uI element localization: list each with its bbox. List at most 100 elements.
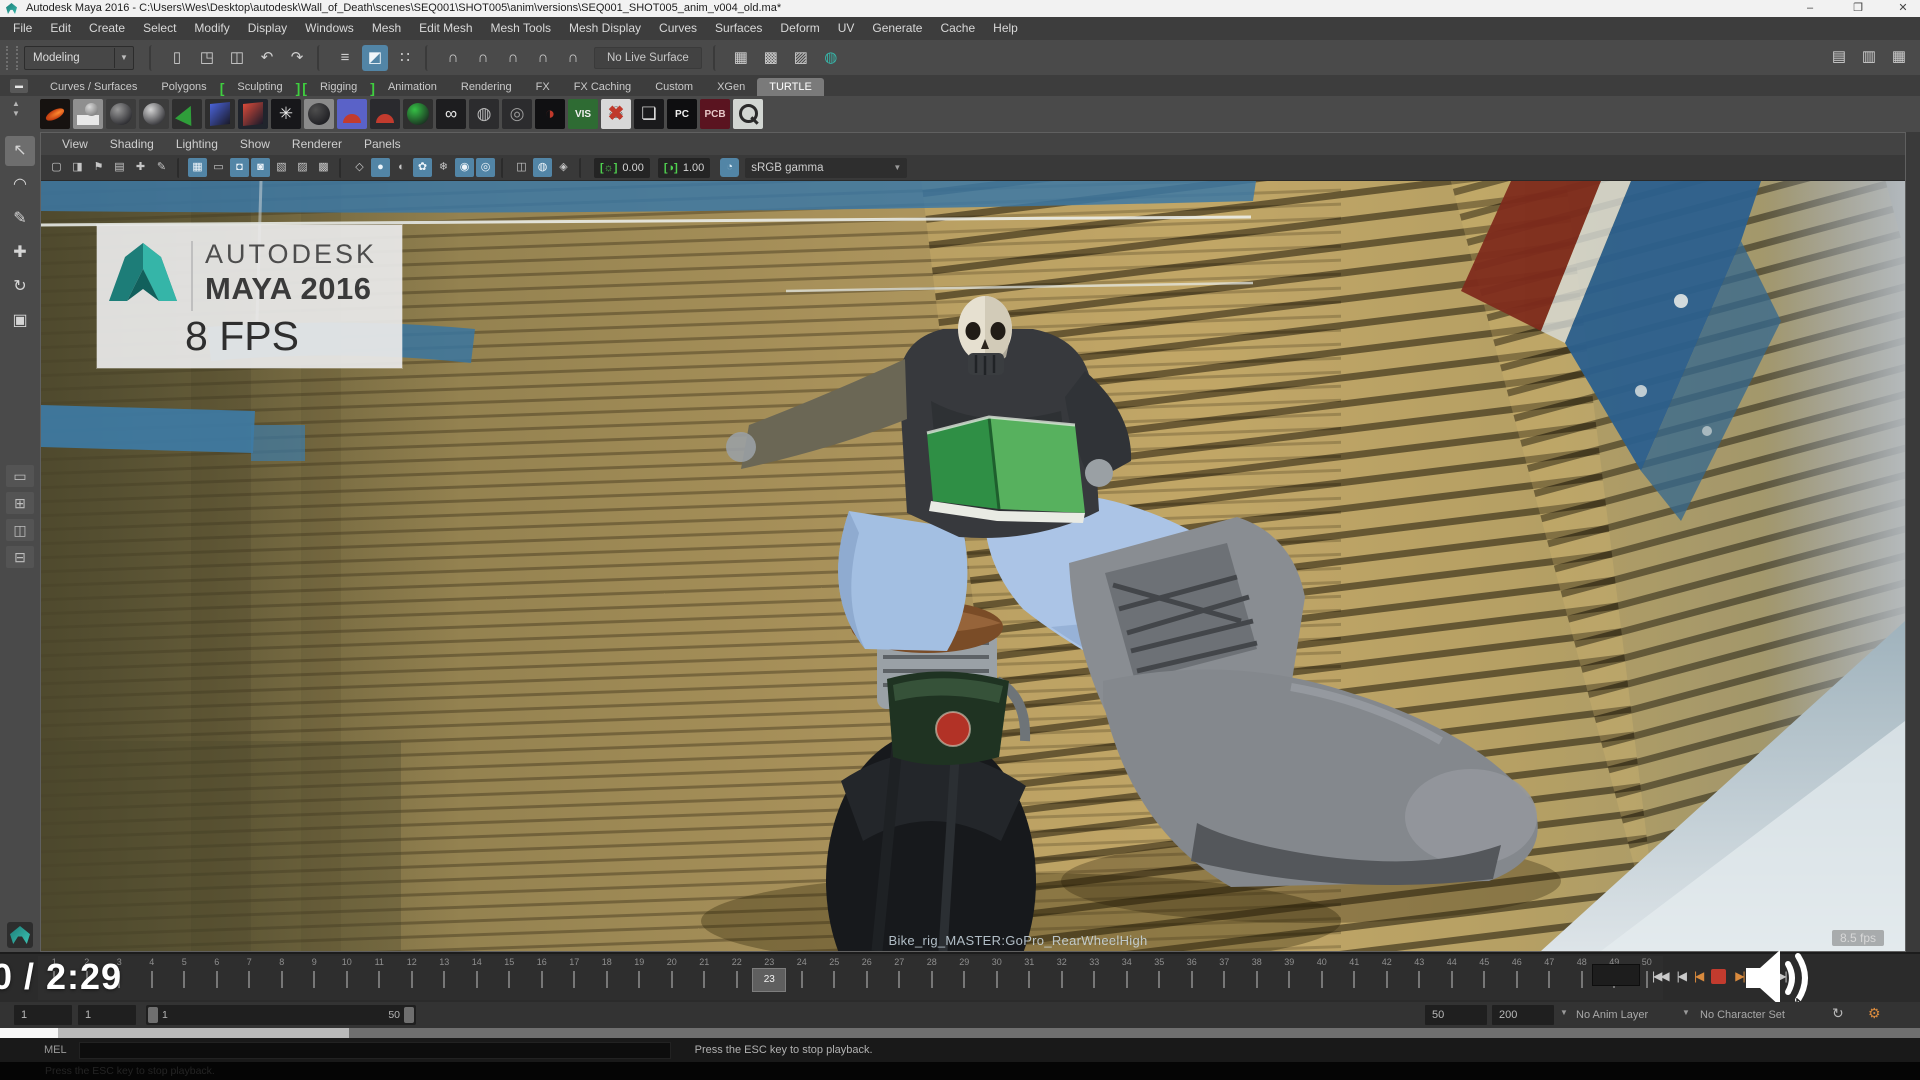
stacked-pane-layout-button[interactable]: ⊟ bbox=[6, 546, 34, 568]
redo-icon[interactable]: ↷ bbox=[284, 45, 310, 71]
scale-tool[interactable]: ▣ bbox=[5, 306, 35, 336]
viewport-grease-pencil-icon[interactable]: ✎ bbox=[152, 158, 171, 177]
viewport-bookmark-icon[interactable]: ⚑ bbox=[89, 158, 108, 177]
panel-menu-renderer[interactable]: Renderer bbox=[281, 137, 353, 151]
viewport-2d-pan-zoom-icon[interactable]: ✚ bbox=[131, 158, 150, 177]
viewport-xray-icon[interactable]: ◍ bbox=[533, 158, 552, 177]
viewport-camera-icon[interactable]: ▢ bbox=[47, 158, 66, 177]
restore-button[interactable]: ❐ bbox=[1843, 0, 1873, 16]
half-red-sphere-icon[interactable]: ◑ bbox=[535, 99, 565, 129]
shelf-tab-rigging[interactable]: Rigging bbox=[308, 78, 369, 96]
anim-preferences-icon[interactable]: ⚙ bbox=[1868, 1005, 1881, 1022]
viewport-isolate-select-icon[interactable]: ◫ bbox=[512, 158, 531, 177]
shelf-tab-fx-caching[interactable]: FX Caching bbox=[562, 78, 643, 96]
viewport-gate-mask-icon[interactable]: ◙ bbox=[251, 158, 270, 177]
anim-end-field[interactable]: 200 bbox=[1492, 1005, 1554, 1025]
menu-windows[interactable]: Windows bbox=[296, 17, 363, 40]
turtle-comet-icon[interactable] bbox=[40, 99, 70, 129]
render-globe-icon[interactable]: ◍ bbox=[818, 45, 844, 71]
viewport-camera-attrs-icon[interactable]: ◨ bbox=[68, 158, 87, 177]
playback-start-field[interactable]: 1 bbox=[78, 1005, 136, 1025]
range-slider[interactable]: 1 50 bbox=[146, 1005, 416, 1025]
character-set-dropdown[interactable]: No Character Set bbox=[1700, 1006, 1785, 1024]
rotate-tool[interactable]: ↻ bbox=[5, 272, 35, 302]
occlusion-sphere-icon[interactable] bbox=[304, 99, 334, 129]
live-surface-field[interactable]: No Live Surface bbox=[594, 47, 702, 69]
snap-curve-icon[interactable]: ∩ bbox=[470, 45, 496, 71]
panel-menu-view[interactable]: View bbox=[51, 137, 99, 151]
menu-deform[interactable]: Deform bbox=[771, 17, 828, 40]
menu-help[interactable]: Help bbox=[984, 17, 1027, 40]
gray-sphere-icon[interactable] bbox=[106, 99, 136, 129]
search-icon[interactable] bbox=[733, 99, 763, 129]
mel-label[interactable]: MEL bbox=[44, 1044, 67, 1056]
chevron-down-icon[interactable]: ▼ bbox=[1560, 1008, 1568, 1017]
viewport-film-gate-icon[interactable]: ▭ bbox=[209, 158, 228, 177]
save-scene-icon[interactable]: ◫ bbox=[224, 45, 250, 71]
shelf-tab-polygons[interactable]: Polygons bbox=[149, 78, 218, 96]
pcb-icon[interactable]: PCB bbox=[700, 99, 730, 129]
anim-start-field[interactable]: 1 bbox=[14, 1005, 72, 1025]
viewport-wireframe-icon[interactable]: ◇ bbox=[350, 158, 369, 177]
step-back-key-button[interactable]: |◀ bbox=[1694, 969, 1702, 983]
go-to-start-button[interactable]: |◀◀ bbox=[1652, 969, 1668, 983]
panel-menu-panels[interactable]: Panels bbox=[353, 137, 412, 151]
normal-map-icon[interactable] bbox=[205, 99, 235, 129]
menu-uv[interactable]: UV bbox=[829, 17, 864, 40]
viewport-ao-icon[interactable]: ◉ bbox=[455, 158, 474, 177]
viewport-lights-icon[interactable]: ✿ bbox=[413, 158, 432, 177]
undo-icon[interactable]: ↶ bbox=[254, 45, 280, 71]
viewport-joints-xray-icon[interactable]: ◈ bbox=[554, 158, 573, 177]
shelf-tab-curves-surfaces[interactable]: Curves / Surfaces bbox=[38, 78, 149, 96]
menu-file[interactable]: File bbox=[4, 17, 41, 40]
gamma-field[interactable]: [◑] 1.00 bbox=[658, 158, 710, 178]
bake-selected-icon[interactable] bbox=[73, 99, 103, 129]
dome-dark-icon[interactable] bbox=[370, 99, 400, 129]
viewport-resolution-gate-icon[interactable]: ◘ bbox=[230, 158, 249, 177]
shelf-menu-icon[interactable]: ▬ bbox=[10, 79, 28, 93]
construction-history-icon[interactable]: ▨ bbox=[788, 45, 814, 71]
shelf-tab-sculpting[interactable]: Sculpting bbox=[225, 78, 294, 96]
lit-sphere-icon[interactable] bbox=[139, 99, 169, 129]
viewport-safe-title-icon[interactable]: ▩ bbox=[314, 158, 333, 177]
step-back-frame-button[interactable]: |◀ bbox=[1677, 969, 1685, 983]
pages-icon[interactable]: ❏ bbox=[634, 99, 664, 129]
tool-settings-toggle-icon[interactable]: ▥ bbox=[1856, 44, 1882, 70]
current-time-field[interactable] bbox=[1592, 964, 1640, 986]
single-pane-layout-button[interactable]: ▭ bbox=[6, 465, 34, 487]
playback-end-field[interactable]: 50 bbox=[1425, 1005, 1487, 1025]
input-connections-icon[interactable]: ▦ bbox=[728, 45, 754, 71]
facet-sphere-icon[interactable]: ◍ bbox=[469, 99, 499, 129]
open-scene-icon[interactable]: ◳ bbox=[194, 45, 220, 71]
channel-box-toggle-icon[interactable]: ▦ bbox=[1886, 44, 1912, 70]
menu-create[interactable]: Create bbox=[80, 17, 134, 40]
range-start-handle[interactable] bbox=[148, 1007, 158, 1023]
video-progress-bar[interactable] bbox=[0, 1028, 1920, 1038]
panel-menu-show[interactable]: Show bbox=[229, 137, 281, 151]
binocular-icon[interactable]: ∞ bbox=[436, 99, 466, 129]
stop-button[interactable]: ■ bbox=[1711, 969, 1726, 984]
snap-projected-center-icon[interactable]: ∩ bbox=[530, 45, 556, 71]
select-object-icon[interactable]: ◩ bbox=[362, 45, 388, 71]
close-button[interactable]: ✕ bbox=[1888, 0, 1918, 16]
menu-mesh-tools[interactable]: Mesh Tools bbox=[482, 17, 560, 40]
select-component-icon[interactable]: ∷ bbox=[392, 45, 418, 71]
loop-playback-icon[interactable]: ↻ bbox=[1832, 1005, 1844, 1022]
viewport-shaded-icon[interactable]: ● bbox=[371, 158, 390, 177]
viewport-field-chart-icon[interactable]: ▧ bbox=[272, 158, 291, 177]
menu-set-dropdown[interactable]: Modeling ▼ bbox=[24, 46, 134, 70]
output-connections-icon[interactable]: ▩ bbox=[758, 45, 784, 71]
noise-icon[interactable]: ✳ bbox=[271, 99, 301, 129]
viewport-image-plane-icon[interactable]: ▤ bbox=[110, 158, 129, 177]
status-line-grip[interactable] bbox=[6, 46, 18, 70]
menu-cache[interactable]: Cache bbox=[931, 17, 984, 40]
new-scene-icon[interactable]: ▯ bbox=[164, 45, 190, 71]
shelf-tab-rendering[interactable]: Rendering bbox=[449, 78, 524, 96]
skull-x-icon[interactable]: ☠✖ bbox=[601, 99, 631, 129]
panel-menu-shading[interactable]: Shading bbox=[99, 137, 165, 151]
anim-layer-dropdown[interactable]: No Anim Layer bbox=[1576, 1006, 1648, 1024]
shelf-tab-xgen[interactable]: XGen bbox=[705, 78, 757, 96]
snap-point-icon[interactable]: ∩ bbox=[500, 45, 526, 71]
menu-mesh-display[interactable]: Mesh Display bbox=[560, 17, 650, 40]
chevron-down-icon[interactable]: ▼ bbox=[1682, 1008, 1690, 1017]
